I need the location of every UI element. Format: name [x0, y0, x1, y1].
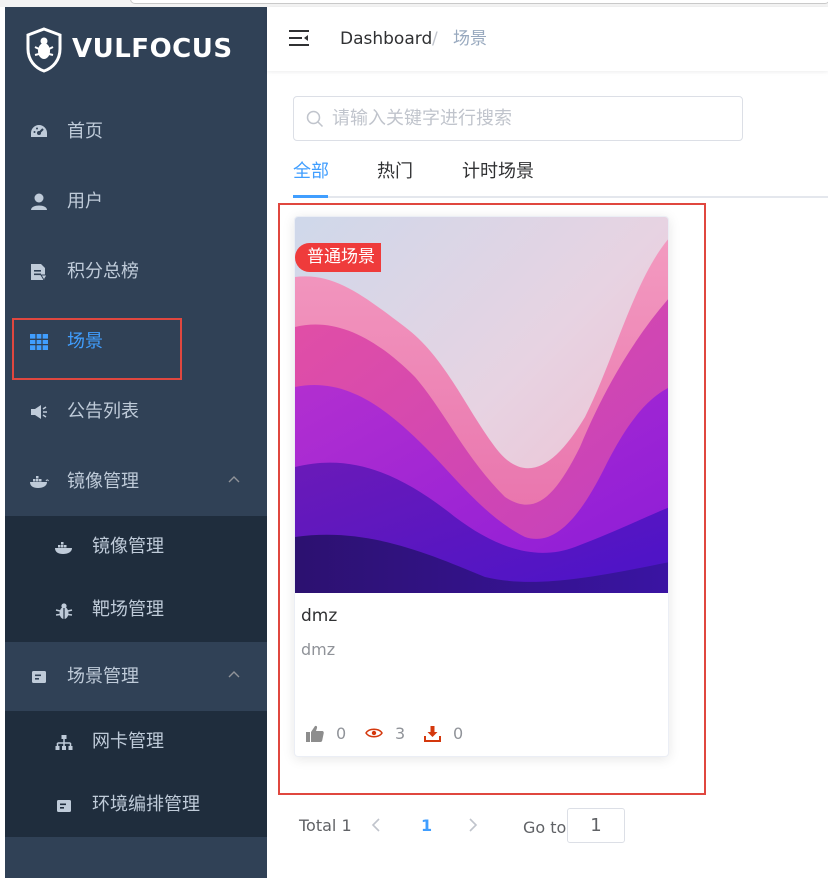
pagination-total: Total 1 — [299, 816, 352, 835]
navbar: Dashboard / 场景 — [267, 7, 828, 71]
browser-tab-edge — [130, 0, 828, 4]
search-input[interactable] — [332, 98, 732, 139]
sidebar: VULFOCUS 首页 用户 积分总榜 场景 公告列表 镜像管理 镜像管理 靶场… — [5, 7, 267, 878]
sidebar-subitem-image-management[interactable]: 镜像管理 — [5, 516, 267, 579]
sidebar-item-users[interactable]: 用户 — [5, 167, 267, 237]
scene-type-badge: 普通场景 — [295, 243, 381, 272]
sidebar-item-ranking[interactable]: 积分总榜 — [5, 237, 267, 307]
eye-icon — [365, 728, 383, 738]
network-tree-icon — [53, 733, 75, 753]
tab-active-indicator — [293, 195, 328, 198]
scene-card-description: dmz — [301, 640, 336, 659]
dashboard-icon — [29, 122, 49, 142]
like-count: 0 — [336, 723, 347, 743]
breadcrumb-separator: / — [432, 29, 438, 49]
shield-bug-logo-icon — [26, 27, 62, 73]
card-icon — [53, 796, 75, 816]
pagination-page-1[interactable]: 1 — [421, 815, 432, 837]
sidebar-item-label: 积分总榜 — [67, 261, 139, 282]
logo[interactable]: VULFOCUS — [5, 7, 267, 87]
docker-whale-icon — [29, 472, 49, 492]
view-count: 3 — [395, 723, 406, 743]
sidebar-group-scene-management[interactable]: 场景管理 — [5, 642, 267, 712]
sidebar-item-announcements[interactable]: 公告列表 — [5, 377, 267, 447]
search-icon — [306, 110, 324, 128]
sidebar-item-label: 首页 — [67, 121, 103, 142]
sidebar-subitem-environment-orchestration[interactable]: 环境编排管理 — [5, 774, 267, 837]
sidebar-item-label: 镜像管理 — [67, 471, 139, 492]
pagination-next-button[interactable] — [467, 817, 479, 839]
tab-timed-scene[interactable]: 计时场景 — [462, 160, 534, 184]
sidebar-item-label: 公告列表 — [67, 401, 139, 422]
sidebar-subitem-label: 靶场管理 — [92, 599, 164, 620]
download-count: 0 — [453, 723, 464, 743]
sidebar-subitem-range-management[interactable]: 靶场管理 — [5, 579, 267, 642]
tab-all[interactable]: 全部 — [293, 160, 329, 184]
sidebar-group-image-management[interactable]: 镜像管理 — [5, 447, 267, 517]
sidebar-subitem-label: 镜像管理 — [92, 536, 164, 557]
megaphone-icon — [29, 402, 49, 422]
ranking-document-icon — [29, 262, 49, 282]
breadcrumb-current: 场景 — [453, 29, 487, 49]
sidebar-item-label: 场景管理 — [67, 666, 139, 687]
pagination-goto-input[interactable]: 1 — [567, 808, 625, 843]
scene-card-title: dmz — [301, 606, 338, 626]
search-box[interactable] — [293, 96, 743, 141]
chevron-up-icon — [228, 671, 240, 678]
breadcrumb-dashboard[interactable]: Dashboard — [340, 28, 432, 50]
user-icon — [29, 192, 49, 212]
view-stat: 3 — [365, 722, 405, 744]
menu-fold-icon[interactable] — [289, 29, 309, 47]
thumbs-up-icon — [306, 725, 324, 742]
highlight-box-scene-menu — [12, 318, 182, 380]
scene-cover-image — [295, 217, 668, 593]
docker-whale-icon — [53, 538, 75, 558]
pagination-goto-label: Go to — [523, 818, 567, 837]
card-icon — [29, 667, 49, 687]
chevron-right-icon — [469, 818, 478, 832]
sidebar-item-label: 用户 — [67, 191, 103, 212]
tabs-divider — [293, 196, 828, 198]
scene-card[interactable]: 普通场景 dmz dmz 0 3 0 — [294, 216, 669, 757]
brand-name: VULFOCUS — [72, 34, 233, 64]
sidebar-subitem-label: 环境编排管理 — [92, 794, 200, 815]
chevron-left-icon — [371, 818, 380, 832]
tab-hot[interactable]: 热门 — [377, 160, 413, 184]
chevron-up-icon — [228, 476, 240, 483]
like-stat[interactable]: 0 — [306, 722, 346, 744]
sidebar-item-home[interactable]: 首页 — [5, 97, 267, 167]
sidebar-subitem-nic-management[interactable]: 网卡管理 — [5, 711, 267, 774]
download-icon — [424, 725, 441, 742]
download-stat[interactable]: 0 — [424, 722, 463, 744]
sidebar-subitem-label: 网卡管理 — [92, 731, 164, 752]
pagination-prev-button[interactable] — [370, 817, 382, 839]
bug-icon — [53, 601, 75, 621]
